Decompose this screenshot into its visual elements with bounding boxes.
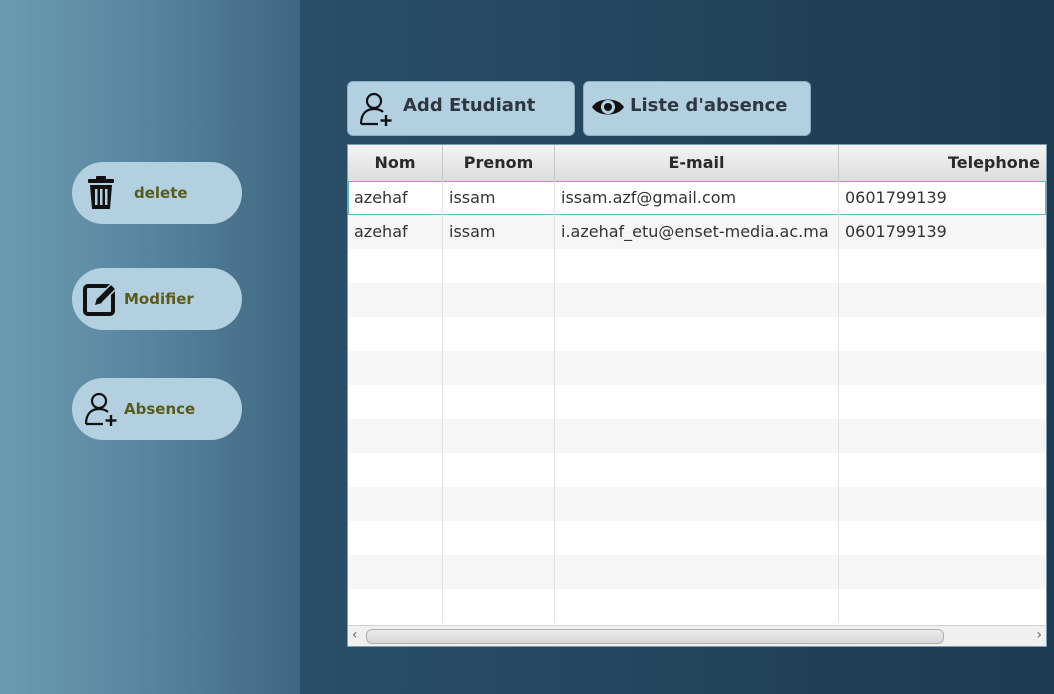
empty-row bbox=[348, 385, 1046, 419]
add-etudiant-button[interactable]: Add Etudiant bbox=[347, 81, 575, 136]
absence-button[interactable]: Absence bbox=[72, 378, 242, 440]
cell-telephone: 0601799139 bbox=[839, 215, 1046, 249]
empty-row bbox=[348, 487, 1046, 521]
scrollbar-thumb[interactable] bbox=[366, 629, 944, 644]
empty-row bbox=[348, 555, 1046, 589]
column-header-telephone[interactable]: Telephone bbox=[839, 145, 1046, 181]
empty-row bbox=[348, 453, 1046, 487]
cell-email: issam.azf@gmail.com bbox=[555, 181, 839, 215]
scroll-left-icon[interactable]: ‹ bbox=[352, 627, 358, 643]
cell-prenom: issam bbox=[443, 181, 555, 215]
eye-icon bbox=[590, 94, 626, 124]
absence-label: Absence bbox=[124, 400, 196, 418]
scroll-right-icon[interactable]: › bbox=[1036, 627, 1042, 643]
trash-icon bbox=[82, 174, 120, 212]
empty-row bbox=[348, 521, 1046, 555]
sidebar: delete Modifier Absence bbox=[0, 0, 300, 694]
empty-row bbox=[348, 419, 1046, 453]
column-header-prenom[interactable]: Prenom bbox=[443, 145, 555, 181]
cell-prenom: issam bbox=[443, 215, 555, 249]
delete-label: delete bbox=[134, 184, 188, 202]
empty-row bbox=[348, 317, 1046, 351]
liste-absence-button[interactable]: Liste d'absence bbox=[583, 81, 811, 136]
cell-telephone: 0601799139 bbox=[839, 181, 1046, 215]
empty-row bbox=[348, 249, 1046, 283]
empty-row bbox=[348, 351, 1046, 385]
column-header-nom[interactable]: Nom bbox=[348, 145, 443, 181]
column-header-email[interactable]: E-mail bbox=[555, 145, 839, 181]
table-row[interactable]: azehaf issam issam.azf@gmail.com 0601799… bbox=[348, 181, 1046, 215]
liste-absence-label: Liste d'absence bbox=[630, 95, 788, 116]
modifier-button[interactable]: Modifier bbox=[72, 268, 242, 330]
add-user-icon bbox=[82, 390, 120, 428]
cell-nom: azehaf bbox=[348, 181, 443, 215]
add-user-icon bbox=[358, 91, 394, 131]
add-etudiant-label: Add Etudiant bbox=[403, 95, 536, 116]
empty-row bbox=[348, 283, 1046, 317]
table-header: Nom Prenom E-mail Telephone bbox=[348, 145, 1046, 182]
students-table[interactable]: Nom Prenom E-mail Telephone azehaf issam… bbox=[347, 144, 1047, 647]
table-row[interactable]: azehaf issam i.azehaf_etu@enset-media.ac… bbox=[348, 215, 1046, 249]
horizontal-scrollbar[interactable]: ‹ › bbox=[348, 625, 1046, 646]
edit-icon bbox=[82, 280, 120, 318]
delete-button[interactable]: delete bbox=[72, 162, 242, 224]
empty-row bbox=[348, 589, 1046, 623]
cell-email: i.azehaf_etu@enset-media.ac.ma bbox=[555, 215, 839, 249]
cell-nom: azehaf bbox=[348, 215, 443, 249]
modifier-label: Modifier bbox=[124, 290, 194, 308]
